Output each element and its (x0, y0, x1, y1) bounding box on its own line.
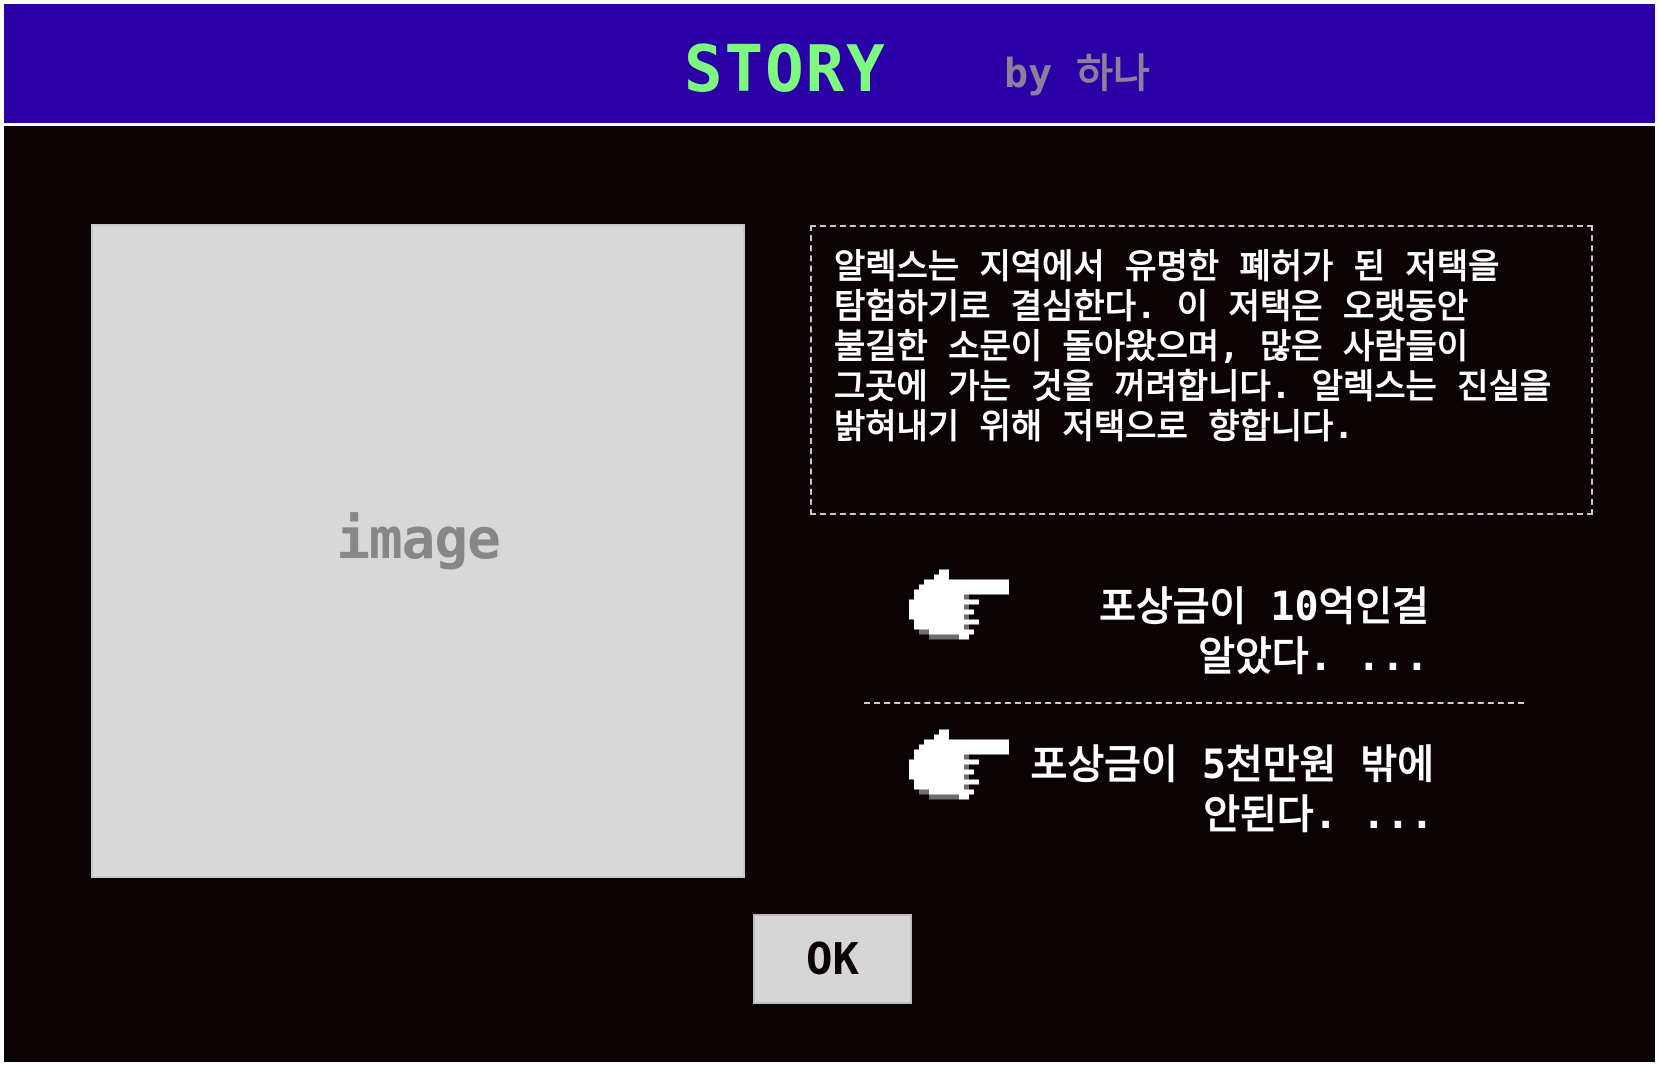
story-window: STORY by 하나 image 알렉스는 지역에서 유명한 폐허가 된 저택… (4, 4, 1655, 1062)
author-byline: by 하나 (1004, 51, 1150, 97)
choice-option-2[interactable]: 포상금이 5천만원 밖에 안된다. ... (884, 724, 1524, 844)
story-text: 알렉스는 지역에서 유명한 폐허가 된 저택을 탐험하기로 결심한다. 이 저택… (834, 247, 1552, 447)
image-placeholder-label: image (336, 506, 501, 572)
choice-divider (864, 702, 1524, 704)
app-title: STORY (684, 33, 887, 107)
choice-option-1[interactable]: 포상금이 10억인걸 알았다. ... (884, 564, 1524, 684)
story-text-box: 알렉스는 지역에서 유명한 폐허가 된 저택을 탐험하기로 결심한다. 이 저택… (810, 225, 1593, 515)
choice-1-text: 포상금이 10억인걸 알았다. ... (1099, 584, 1429, 680)
story-image-placeholder: image (91, 224, 745, 878)
choice-2-text: 포상금이 5천만원 밖에 안된다. ... (1030, 742, 1434, 838)
title-bar: STORY by 하나 (4, 4, 1655, 126)
ok-button[interactable]: OK (753, 914, 912, 1004)
